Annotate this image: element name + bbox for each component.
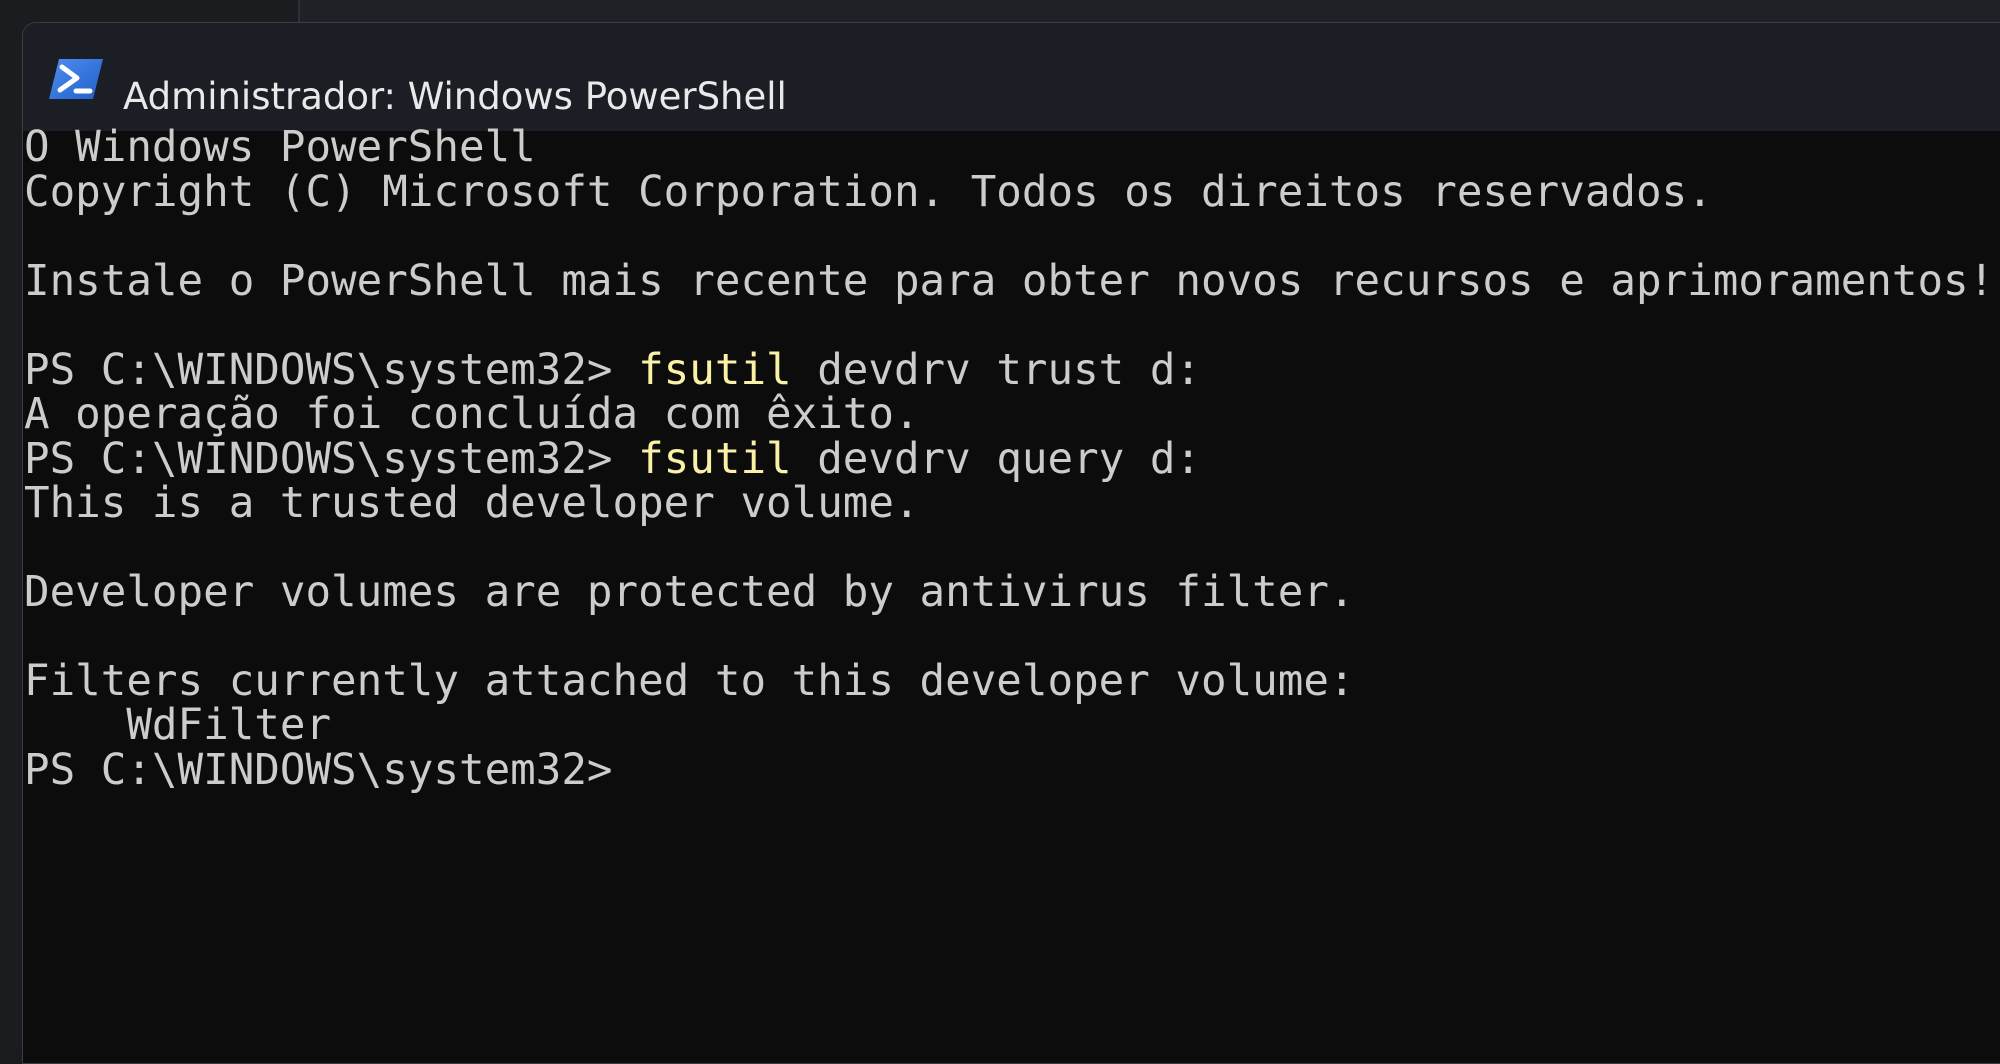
command-args: devdrv trust d: (791, 346, 1202, 395)
command-name: fsutil (638, 346, 792, 395)
prompt: PS C:\WINDOWS\system32> (24, 346, 639, 395)
window-title: Administrador: Windows PowerShell (123, 75, 787, 118)
banner-line-3: Instale o PowerShell mais recente para o… (24, 257, 2000, 306)
output-line-2: This is a trusted developer volume. (24, 479, 920, 528)
powershell-window[interactable]: Administrador: Windows PowerShell O Wind… (22, 22, 2000, 1064)
final-prompt[interactable]: PS C:\WINDOWS\system32> (24, 746, 613, 803)
prompt: PS C:\WINDOWS\system32> (24, 435, 639, 484)
output-line-3: Developer volumes are protected by antiv… (24, 568, 1355, 617)
command-name: fsutil (638, 435, 792, 484)
command-args: devdrv query d: (791, 435, 1202, 484)
powershell-icon (49, 59, 103, 99)
title-bar[interactable]: Administrador: Windows PowerShell (23, 23, 2000, 131)
terminal-output[interactable]: O Windows PowerShell Copyright (C) Micro… (23, 123, 2000, 1063)
banner-line-2: Copyright (C) Microsoft Corporation. Tod… (24, 168, 1713, 217)
